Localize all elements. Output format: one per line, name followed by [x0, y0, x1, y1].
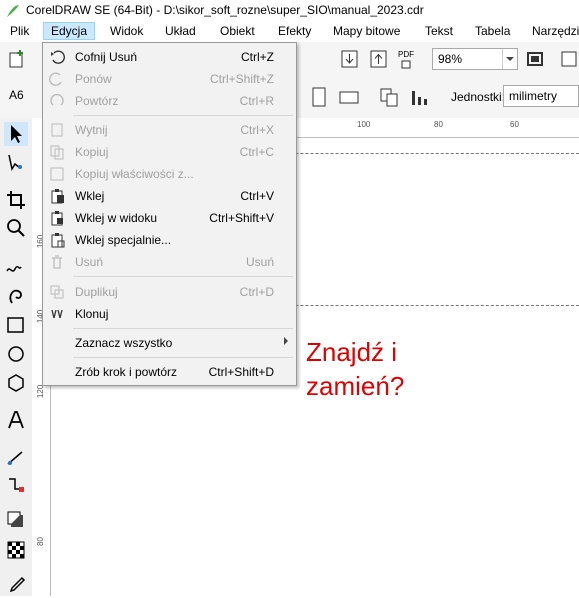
menu-tekst[interactable]: Tekst	[425, 24, 453, 38]
connector-tool-icon[interactable]	[4, 473, 28, 497]
title-bar: CorelDRAW SE (64-Bit) - D:\sikor_soft_ro…	[0, 0, 579, 21]
canvas-text-line: Znajdź i	[306, 337, 398, 367]
v-ruler-tick: 120	[36, 384, 46, 399]
undo-icon	[51, 50, 65, 64]
menu-item-paste-in-place[interactable]: Wklej w widoku Ctrl+Shift+V	[43, 207, 296, 229]
menu-separator	[73, 357, 293, 358]
menu-item-clone[interactable]: Klonuj	[43, 303, 296, 325]
h-ruler-tick: 60	[510, 120, 519, 129]
window-title: CorelDRAW SE (64-Bit) - D:\sikor_soft_ro…	[26, 3, 424, 17]
units-value: milimetry	[509, 89, 557, 103]
rectangle-tool-icon[interactable]	[4, 313, 28, 337]
new-document-icon[interactable]	[7, 49, 27, 69]
paste-icon	[51, 189, 64, 204]
clone-icon	[51, 309, 63, 319]
text-tool-icon[interactable]	[4, 408, 28, 432]
menu-item-delete[interactable]: Usuń Usuń	[43, 251, 296, 273]
zoom-tool-icon[interactable]	[4, 216, 28, 240]
menu-separator	[73, 276, 293, 277]
menu-tabela[interactable]: Tabela	[475, 24, 510, 38]
canvas-text-object[interactable]: Znajdź i zamień?	[306, 335, 404, 403]
current-page-icon[interactable]	[408, 85, 432, 109]
all-pages-icon[interactable]	[378, 85, 402, 109]
menu-edycja[interactable]: Edycja	[43, 22, 96, 40]
menu-efekty[interactable]: Efekty	[278, 24, 311, 38]
menu-mapy-bitowe[interactable]: Mapy bitowe	[333, 24, 400, 38]
full-screen-icon[interactable]	[525, 49, 545, 69]
trash-icon	[52, 255, 62, 269]
submenu-arrow-icon	[284, 337, 288, 345]
copy-properties-icon	[50, 167, 64, 181]
menu-narzedzia[interactable]: Narzędzia	[532, 24, 579, 38]
ellipse-tool-icon[interactable]	[4, 342, 28, 366]
menu-uklad[interactable]: Układ	[165, 24, 196, 38]
menu-item-copy-properties[interactable]: Kopiuj właściwości z...	[43, 163, 296, 185]
dimension-tool-icon[interactable]	[4, 446, 28, 470]
coreldraw-logo-icon	[7, 5, 19, 17]
h-ruler-tick: 100	[357, 120, 371, 129]
pdf-icon	[401, 60, 411, 69]
drop-shadow-tool-icon[interactable]	[4, 508, 28, 532]
crop-tool-icon[interactable]	[4, 188, 28, 212]
chevron-down-icon	[506, 57, 514, 61]
zoom-dropdown-button[interactable]	[502, 49, 518, 69]
menu-item-select-all[interactable]: Zaznacz wszystko	[43, 332, 296, 354]
import-icon[interactable]	[340, 49, 360, 69]
pick-tool-icon[interactable]	[4, 122, 28, 146]
smart-draw-tool-icon[interactable]	[4, 283, 28, 307]
units-label: Jednostki:	[451, 90, 506, 104]
menu-item-copy[interactable]: Kopiuj Ctrl+C	[43, 141, 296, 163]
menu-item-paste[interactable]: Wklej Ctrl+V	[43, 185, 296, 207]
menu-separator	[73, 328, 293, 329]
cut-icon	[51, 123, 63, 137]
toolbox	[0, 118, 33, 596]
page-size-value: A6	[9, 88, 24, 102]
menu-item-step-and-repeat[interactable]: Zrób krok i powtórz Ctrl+Shift+D	[43, 361, 296, 383]
paste-in-place-icon	[51, 211, 63, 226]
options-icon[interactable]	[560, 49, 579, 69]
eyedropper-tool-icon[interactable]	[4, 574, 28, 598]
h-ruler-tick: 80	[434, 120, 443, 129]
menu-item-repeat[interactable]: Powtórz Ctrl+R	[43, 90, 296, 112]
repeat-icon	[50, 93, 64, 106]
menu-item-cut[interactable]: Wytnij Ctrl+X	[43, 119, 296, 141]
menu-item-undo[interactable]: Cofnij Usuń Ctrl+Z	[43, 46, 296, 68]
canvas-text-line: zamień?	[306, 371, 405, 401]
export-icon[interactable]	[369, 49, 389, 69]
landscape-icon[interactable]	[337, 85, 361, 109]
polygon-tool-icon[interactable]	[4, 371, 28, 395]
duplicate-icon	[50, 285, 64, 299]
freehand-tool-icon[interactable]	[4, 255, 28, 279]
menu-widok[interactable]: Widok	[110, 24, 143, 38]
page-size-select[interactable]: A6	[4, 85, 44, 107]
zoom-level-value: 98%	[438, 52, 463, 66]
menu-item-redo[interactable]: Ponów Ctrl+Shift+Z	[43, 68, 296, 90]
v-ruler-tick: 80	[35, 537, 45, 546]
menu-plik[interactable]: Plik	[10, 24, 29, 38]
publish-pdf-button[interactable]: PDF	[398, 50, 414, 59]
shape-tool-icon[interactable]	[4, 151, 28, 175]
units-select[interactable]: milimetry	[503, 85, 579, 107]
edit-menu-dropdown: Cofnij Usuń Ctrl+Z Ponów Ctrl+Shift+Z Po…	[42, 42, 297, 386]
menu-item-duplicate[interactable]: Duplikuj Ctrl+D	[43, 281, 296, 303]
copy-icon	[50, 145, 64, 160]
transparency-tool-icon[interactable]	[4, 538, 28, 562]
redo-icon	[49, 72, 62, 86]
menu-bar: Plik Edycja Widok Układ Obiekt Efekty Ma…	[0, 21, 579, 42]
menu-obiekt[interactable]: Obiekt	[220, 24, 255, 38]
menu-separator	[73, 115, 293, 116]
menu-item-paste-special[interactable]: Wklej specjalnie...	[43, 229, 296, 251]
portrait-icon[interactable]	[307, 85, 331, 109]
paste-special-icon	[51, 233, 65, 248]
